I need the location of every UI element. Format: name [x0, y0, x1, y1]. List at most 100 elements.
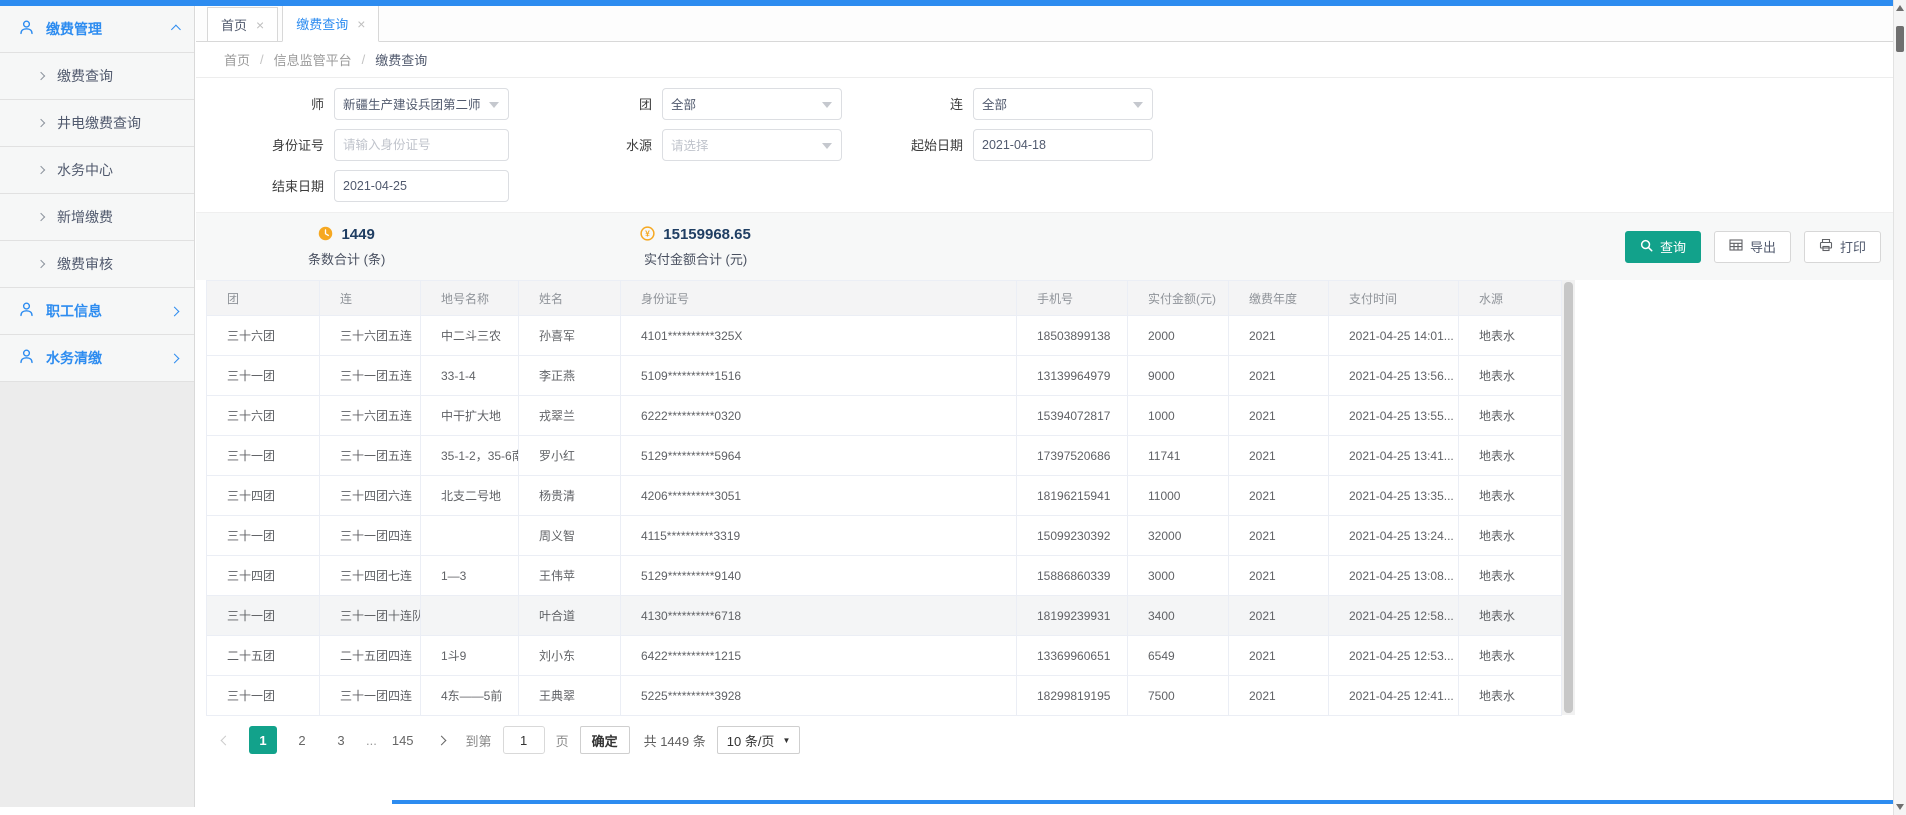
table-cell: 5129**********5964 [621, 436, 1017, 476]
table-row[interactable]: 三十一团三十一团十连队叶合道4130**********671818199239… [207, 596, 1562, 636]
table-cell: 二十五团四连 [320, 636, 421, 676]
table-cell: 三十四团 [207, 556, 320, 596]
goto-page-input[interactable] [503, 726, 545, 754]
table-cell: 中干扩大地 [421, 396, 519, 436]
sidebar-subitem-label: 井电缴费查询 [57, 113, 141, 133]
table-cell: 三十六团 [207, 396, 320, 436]
table-row[interactable]: 三十六团三十六团五连中二斗三农孙喜军4101**********325X1850… [207, 316, 1562, 356]
tab-bar: 首页 × 缴费查询 × [196, 6, 1893, 42]
table-cell: 2021-04-25 13:24... [1329, 516, 1459, 556]
table-cell: 2021 [1229, 316, 1329, 356]
sidebar-group-payment-management[interactable]: 缴费管理 [0, 6, 194, 53]
tab-label: 首页 [221, 15, 247, 34]
regiment-select[interactable]: 全部 [662, 88, 842, 120]
table-cell: 2021-04-25 13:41... [1329, 436, 1459, 476]
page-button[interactable]: 145 [388, 726, 418, 754]
sidebar-group-water-clearing[interactable]: 水务清缴 [0, 335, 194, 382]
end-date-field[interactable]: 2021-04-25 [334, 170, 509, 202]
table-row[interactable]: 三十一团三十一团四连周义智4115**********3319150992303… [207, 516, 1562, 556]
sidebar-group-label: 职工信息 [46, 301, 102, 321]
company-select[interactable]: 全部 [973, 88, 1153, 120]
end-date-label: 结束日期 [196, 176, 334, 195]
table-cell: 地表水 [1459, 516, 1562, 556]
export-button[interactable]: 导出 [1714, 231, 1791, 263]
user-icon [18, 19, 35, 39]
breadcrumb: 首页 / 信息监管平台 / 缴费查询 [196, 42, 1893, 78]
chevron-right-icon [37, 166, 45, 174]
top-accent-bar [0, 0, 1893, 6]
scroll-down-icon[interactable] [1896, 804, 1904, 810]
division-select[interactable]: 新疆生产建设兵团第二师 [334, 88, 509, 120]
table-cell: 13139964979 [1017, 356, 1128, 396]
table-cell: 三十四团六连 [320, 476, 421, 516]
water-source-select[interactable]: 请选择 [662, 129, 842, 161]
table-cell: 11741 [1128, 436, 1229, 476]
id-number-input[interactable] [343, 138, 486, 152]
close-icon[interactable]: × [256, 18, 264, 32]
sidebar-subitem[interactable]: 缴费审核 [0, 241, 194, 288]
close-icon[interactable]: × [357, 17, 365, 31]
page-size-select[interactable]: 10 条/页 ▼ [717, 726, 801, 754]
table-cell: 2021-04-25 13:56... [1329, 356, 1459, 396]
page-button[interactable]: 1 [249, 726, 277, 754]
chevron-right-icon [37, 119, 45, 127]
table-cell: 1斗9 [421, 636, 519, 676]
tab-label: 缴费查询 [296, 14, 348, 33]
app-window: 缴费管理 缴费查询井电缴费查询水务中心新增缴费缴费审核 职工信息 水务清缴 [0, 0, 1906, 815]
table-cell: 4东——5前 [421, 676, 519, 716]
next-page-button[interactable] [429, 726, 455, 754]
column-header: 姓名 [519, 281, 621, 316]
page-size-value: 10 条/页 [727, 731, 775, 750]
sidebar-subitem[interactable]: 新增缴费 [0, 194, 194, 241]
start-date-value: 2021-04-18 [982, 138, 1046, 152]
table-cell: 13369960651 [1017, 636, 1128, 676]
sidebar-subitem[interactable]: 井电缴费查询 [0, 100, 194, 147]
stat-label: 条数合计 (条) [308, 249, 385, 268]
table-row[interactable]: 二十五团二十五团四连1斗9刘小东6422**********1215133699… [207, 636, 1562, 676]
confirm-page-button[interactable]: 确定 [580, 726, 630, 754]
table-row[interactable]: 三十一团三十一团五连33-1-4李正燕5109**********1516131… [207, 356, 1562, 396]
breadcrumb-platform[interactable]: 信息监管平台 [274, 50, 352, 69]
chevron-left-icon [220, 735, 230, 745]
pagination: 123...145 到第 页 确定 共 1449 条 10 条/页 ▼ [196, 716, 1893, 764]
table-cell: 18503899138 [1017, 316, 1128, 356]
breadcrumb-current: 缴费查询 [375, 50, 427, 69]
table-row[interactable]: 三十四团三十四团六连北支二号地杨贵清4206**********30511819… [207, 476, 1562, 516]
table-row[interactable]: 三十六团三十六团五连中干扩大地戎翠兰6222**********03201539… [207, 396, 1562, 436]
tab-payment-query[interactable]: 缴费查询 × [282, 5, 379, 42]
page-scrollbar[interactable] [1893, 0, 1906, 815]
page-button[interactable]: 3 [327, 726, 355, 754]
table-cell: 三十六团五连 [320, 396, 421, 436]
chevron-right-icon [37, 72, 45, 80]
action-buttons: 查询 导出 打印 [1625, 231, 1881, 263]
sidebar-group-staff-info[interactable]: 职工信息 [0, 288, 194, 335]
query-button[interactable]: 查询 [1625, 231, 1701, 263]
breadcrumb-home[interactable]: 首页 [224, 50, 250, 69]
table-cell: 三十六团 [207, 316, 320, 356]
table-cell: 三十一团十连队 [320, 596, 421, 636]
table-cell: 1—3 [421, 556, 519, 596]
stat-value: 1449 [341, 226, 374, 243]
table-cell: 5225**********3928 [621, 676, 1017, 716]
page-scrollbar-thumb[interactable] [1896, 26, 1904, 52]
table-cell: 4115**********3319 [621, 516, 1017, 556]
table-cell: 三十六团五连 [320, 316, 421, 356]
tab-home[interactable]: 首页 × [207, 7, 278, 42]
sidebar-subitem[interactable]: 水务中心 [0, 147, 194, 194]
page-button[interactable]: 2 [288, 726, 316, 754]
regiment-value: 全部 [671, 94, 696, 113]
table-scrollbar[interactable] [1562, 280, 1575, 715]
table-grid-icon [1729, 238, 1743, 255]
table-row[interactable]: 三十一团三十一团五连35-1-2，35-6南1.3罗小红5129********… [207, 436, 1562, 476]
start-date-field[interactable]: 2021-04-18 [973, 129, 1153, 161]
table-row[interactable]: 三十一团三十一团四连4东——5前王典翠5225**********3928182… [207, 676, 1562, 716]
scroll-up-icon[interactable] [1896, 5, 1904, 11]
print-button[interactable]: 打印 [1804, 231, 1881, 263]
table-scrollbar-thumb[interactable] [1564, 282, 1573, 713]
table-row[interactable]: 三十四团三十四团七连1—3王伟苹5129**********9140158868… [207, 556, 1562, 596]
prev-page-button[interactable] [212, 726, 238, 754]
sidebar-subitem[interactable]: 缴费查询 [0, 53, 194, 100]
query-button-label: 查询 [1660, 237, 1686, 256]
table-cell: 33-1-4 [421, 356, 519, 396]
column-header: 地号名称 [421, 281, 519, 316]
